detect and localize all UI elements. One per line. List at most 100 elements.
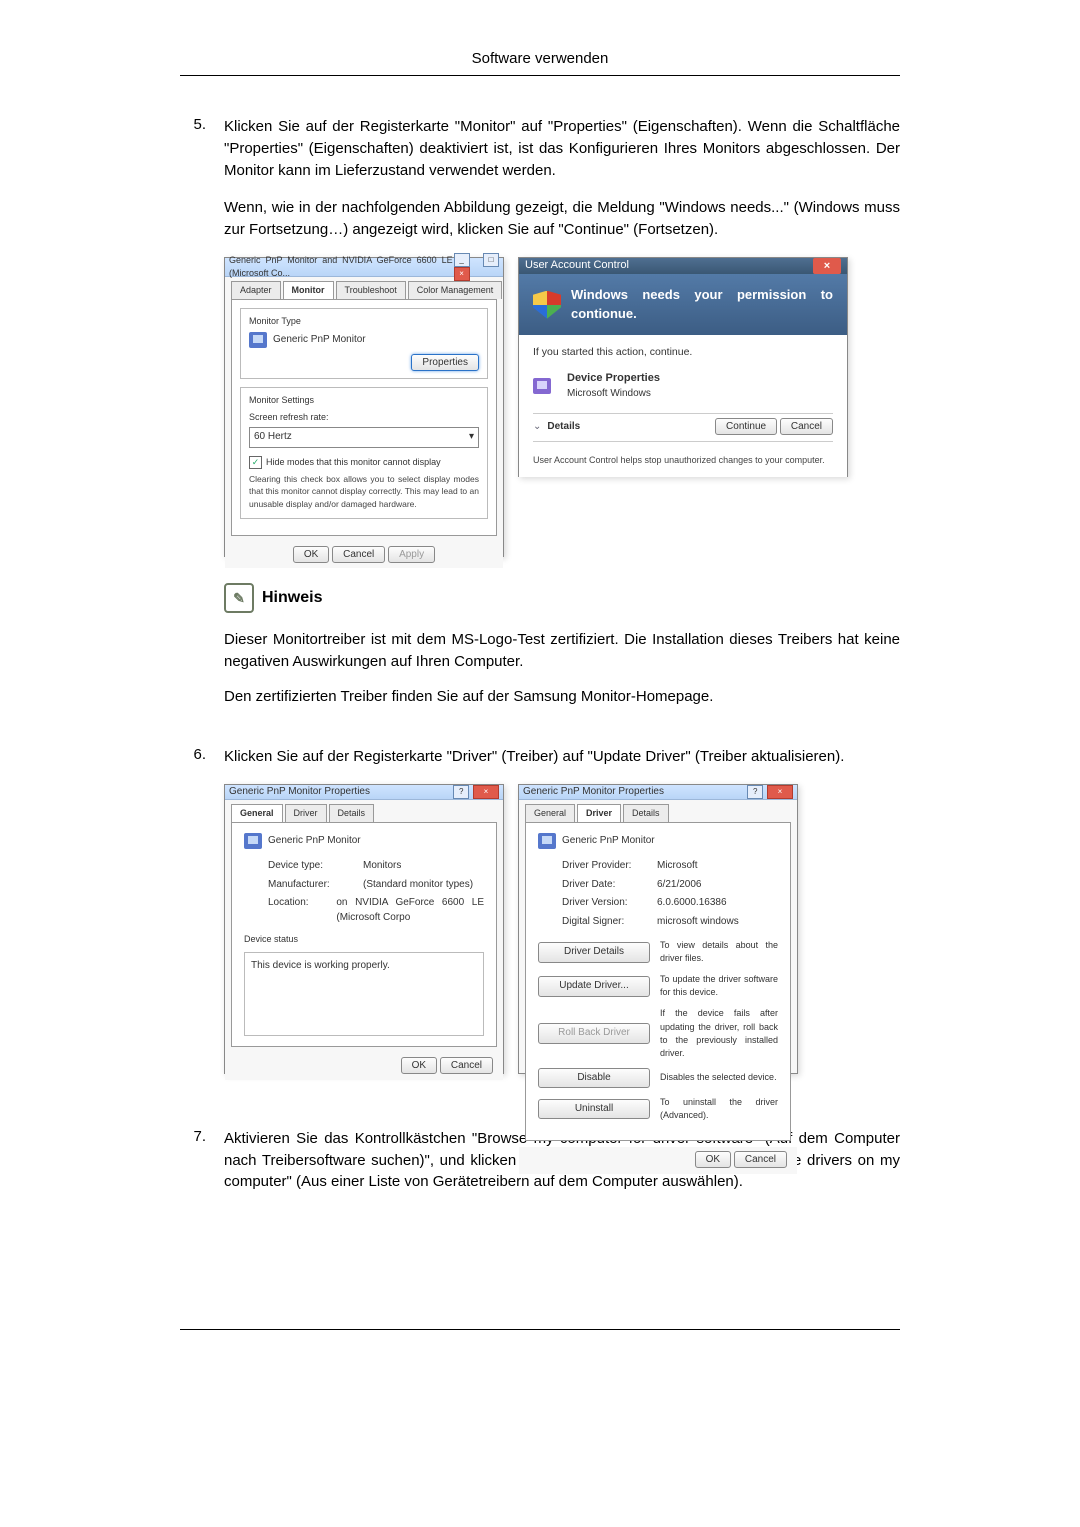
update-driver-button[interactable]: Update Driver... (538, 976, 650, 997)
ok-button[interactable]: OK (401, 1057, 437, 1074)
window-buttons: ? × (452, 785, 499, 800)
refresh-label: Screen refresh rate: (249, 411, 479, 424)
monitor-name: Generic PnP Monitor (562, 834, 655, 849)
device-status-box: This device is working properly. (244, 952, 484, 1036)
monitor-settings-group: Monitor Settings Screen refresh rate: 60… (240, 387, 488, 519)
cancel-button[interactable]: Cancel (440, 1057, 493, 1074)
ok-button[interactable]: OK (695, 1151, 731, 1168)
program-publisher: Microsoft Windows (567, 387, 660, 402)
checkbox-label: Hide modes that this monitor cannot disp… (266, 456, 441, 469)
minimize-button[interactable]: _ (454, 253, 470, 267)
hide-modes-checkbox[interactable]: ✓ Hide modes that this monitor cannot di… (249, 456, 479, 469)
device-properties-driver-dialog: Generic PnP Monitor Properties ? × Gener… (518, 784, 798, 1074)
close-button[interactable]: × (813, 258, 841, 274)
cancel-button[interactable]: Cancel (780, 418, 833, 435)
help-button[interactable]: ? (747, 785, 763, 799)
dialog-button-bar: OK Cancel Apply (225, 542, 503, 569)
roll-back-driver-desc: If the device fails after updating the d… (660, 1007, 778, 1059)
shield-icon (533, 291, 561, 319)
hide-modes-help: Clearing this check box allows you to se… (249, 473, 479, 510)
tabs: General Driver Details (519, 804, 797, 822)
note-header: ✎ Hinweis (224, 583, 900, 613)
device-type-label: Device type: (268, 859, 363, 874)
step-number: 7. (180, 1128, 206, 1209)
tab-general[interactable]: General (231, 804, 283, 822)
note-label: Hinweis (262, 586, 322, 609)
step-number: 5. (180, 116, 206, 722)
tab-color-management[interactable]: Color Management (408, 281, 503, 299)
step-6-illustration: Generic PnP Monitor Properties ? × Gener… (224, 784, 900, 1074)
monitor-panel: Monitor Type Generic PnP Monitor Propert… (231, 299, 497, 536)
step-6-paragraph-1: Klicken Sie auf der Registerkarte "Drive… (224, 746, 900, 768)
continue-button[interactable]: Continue (715, 418, 777, 435)
uac-heading-bar: Windows needs your permission to contion… (519, 274, 847, 336)
driver-version-label: Driver Version: (562, 896, 657, 911)
step-5-paragraph-1: Klicken Sie auf der Registerkarte "Monit… (224, 116, 900, 181)
help-button[interactable]: ? (453, 785, 469, 799)
tab-troubleshoot[interactable]: Troubleshoot (336, 281, 406, 299)
monitor-type-group: Monitor Type Generic PnP Monitor Propert… (240, 308, 488, 380)
maximize-button[interactable]: □ (483, 253, 499, 267)
ok-button[interactable]: OK (293, 546, 329, 563)
uninstall-button[interactable]: Uninstall (538, 1099, 650, 1120)
disable-button[interactable]: Disable (538, 1068, 650, 1089)
driver-provider-value: Microsoft (657, 859, 698, 874)
close-button[interactable]: × (473, 785, 499, 799)
driver-details-button[interactable]: Driver Details (538, 942, 650, 963)
digital-signer-label: Digital Signer: (562, 915, 657, 930)
apply-button[interactable]: Apply (388, 546, 435, 563)
program-icon (533, 378, 551, 394)
roll-back-driver-button[interactable]: Roll Back Driver (538, 1023, 650, 1044)
dialog-title: Generic PnP Monitor and NVIDIA GeForce 6… (229, 254, 453, 280)
dialog-button-bar: OK Cancel (225, 1053, 503, 1080)
dialog-button-bar: OK Cancel (519, 1147, 797, 1174)
driver-date-label: Driver Date: (562, 878, 657, 893)
close-button[interactable]: × (767, 785, 793, 799)
step-5-paragraph-2: Wenn, wie in der nachfolgenden Abbildung… (224, 197, 900, 241)
dialog-titlebar: Generic PnP Monitor Properties ? × (225, 785, 503, 801)
device-type-value: Monitors (363, 859, 401, 874)
driver-version-value: 6.0.6000.16386 (657, 896, 727, 911)
dialog-title: Generic PnP Monitor Properties (523, 785, 664, 800)
uac-heading: Windows needs your permission to contion… (571, 286, 833, 324)
digital-signer-value: microsoft windows (657, 915, 739, 930)
dialog-titlebar: Generic PnP Monitor and NVIDIA GeForce 6… (225, 258, 503, 277)
tab-general[interactable]: General (525, 804, 575, 822)
step-5: 5. Klicken Sie auf der Registerkarte "Mo… (180, 116, 900, 722)
refresh-value: 60 Hertz (254, 430, 292, 445)
properties-button[interactable]: Properties (411, 354, 479, 371)
manufacturer-label: Manufacturer: (268, 878, 363, 893)
close-button[interactable]: × (454, 267, 470, 281)
monitor-name: Generic PnP Monitor (268, 834, 361, 849)
uac-hint: If you started this action, continue. (533, 345, 833, 360)
details-toggle[interactable]: Details (547, 420, 580, 435)
note-icon: ✎ (224, 583, 254, 613)
tabs: General Driver Details (225, 804, 503, 822)
cancel-button[interactable]: Cancel (734, 1151, 787, 1168)
tabs: Adapter Monitor Troubleshoot Color Manag… (225, 281, 503, 299)
bottom-rule (180, 1329, 900, 1330)
uac-dialog: User Account Control × Windows needs you… (518, 257, 848, 477)
tab-monitor[interactable]: Monitor (283, 281, 334, 299)
update-driver-desc: To update the driver software for this d… (660, 973, 778, 999)
monitor-icon (249, 332, 267, 348)
page-title: Software verwenden (180, 50, 900, 67)
tab-driver[interactable]: Driver (577, 804, 621, 822)
window-buttons: ? × (746, 785, 793, 800)
note-text: Dieser Monitortreiber ist mit dem MS-Log… (224, 629, 900, 708)
window-buttons: _ □ × (453, 253, 499, 281)
cancel-button[interactable]: Cancel (332, 546, 385, 563)
dialog-titlebar: Generic PnP Monitor Properties ? × (519, 785, 797, 801)
monitor-icon (538, 833, 556, 849)
tab-driver[interactable]: Driver (285, 804, 327, 822)
refresh-combobox[interactable]: 60 Hertz ▾ (249, 427, 479, 448)
uac-details-row: ⌄ Details Continue Cancel (533, 413, 833, 442)
dialog-titlebar: User Account Control × (519, 258, 847, 274)
tab-details[interactable]: Details (623, 804, 669, 822)
tab-details[interactable]: Details (329, 804, 375, 822)
location-value: on NVIDIA GeForce 6600 LE (Microsoft Cor… (336, 896, 484, 925)
device-status-text: This device is working properly. (251, 960, 390, 971)
tab-adapter[interactable]: Adapter (231, 281, 281, 299)
uac-footer: User Account Control helps stop unauthor… (519, 448, 847, 477)
general-panel: Generic PnP Monitor Device type:Monitors… (231, 822, 497, 1047)
